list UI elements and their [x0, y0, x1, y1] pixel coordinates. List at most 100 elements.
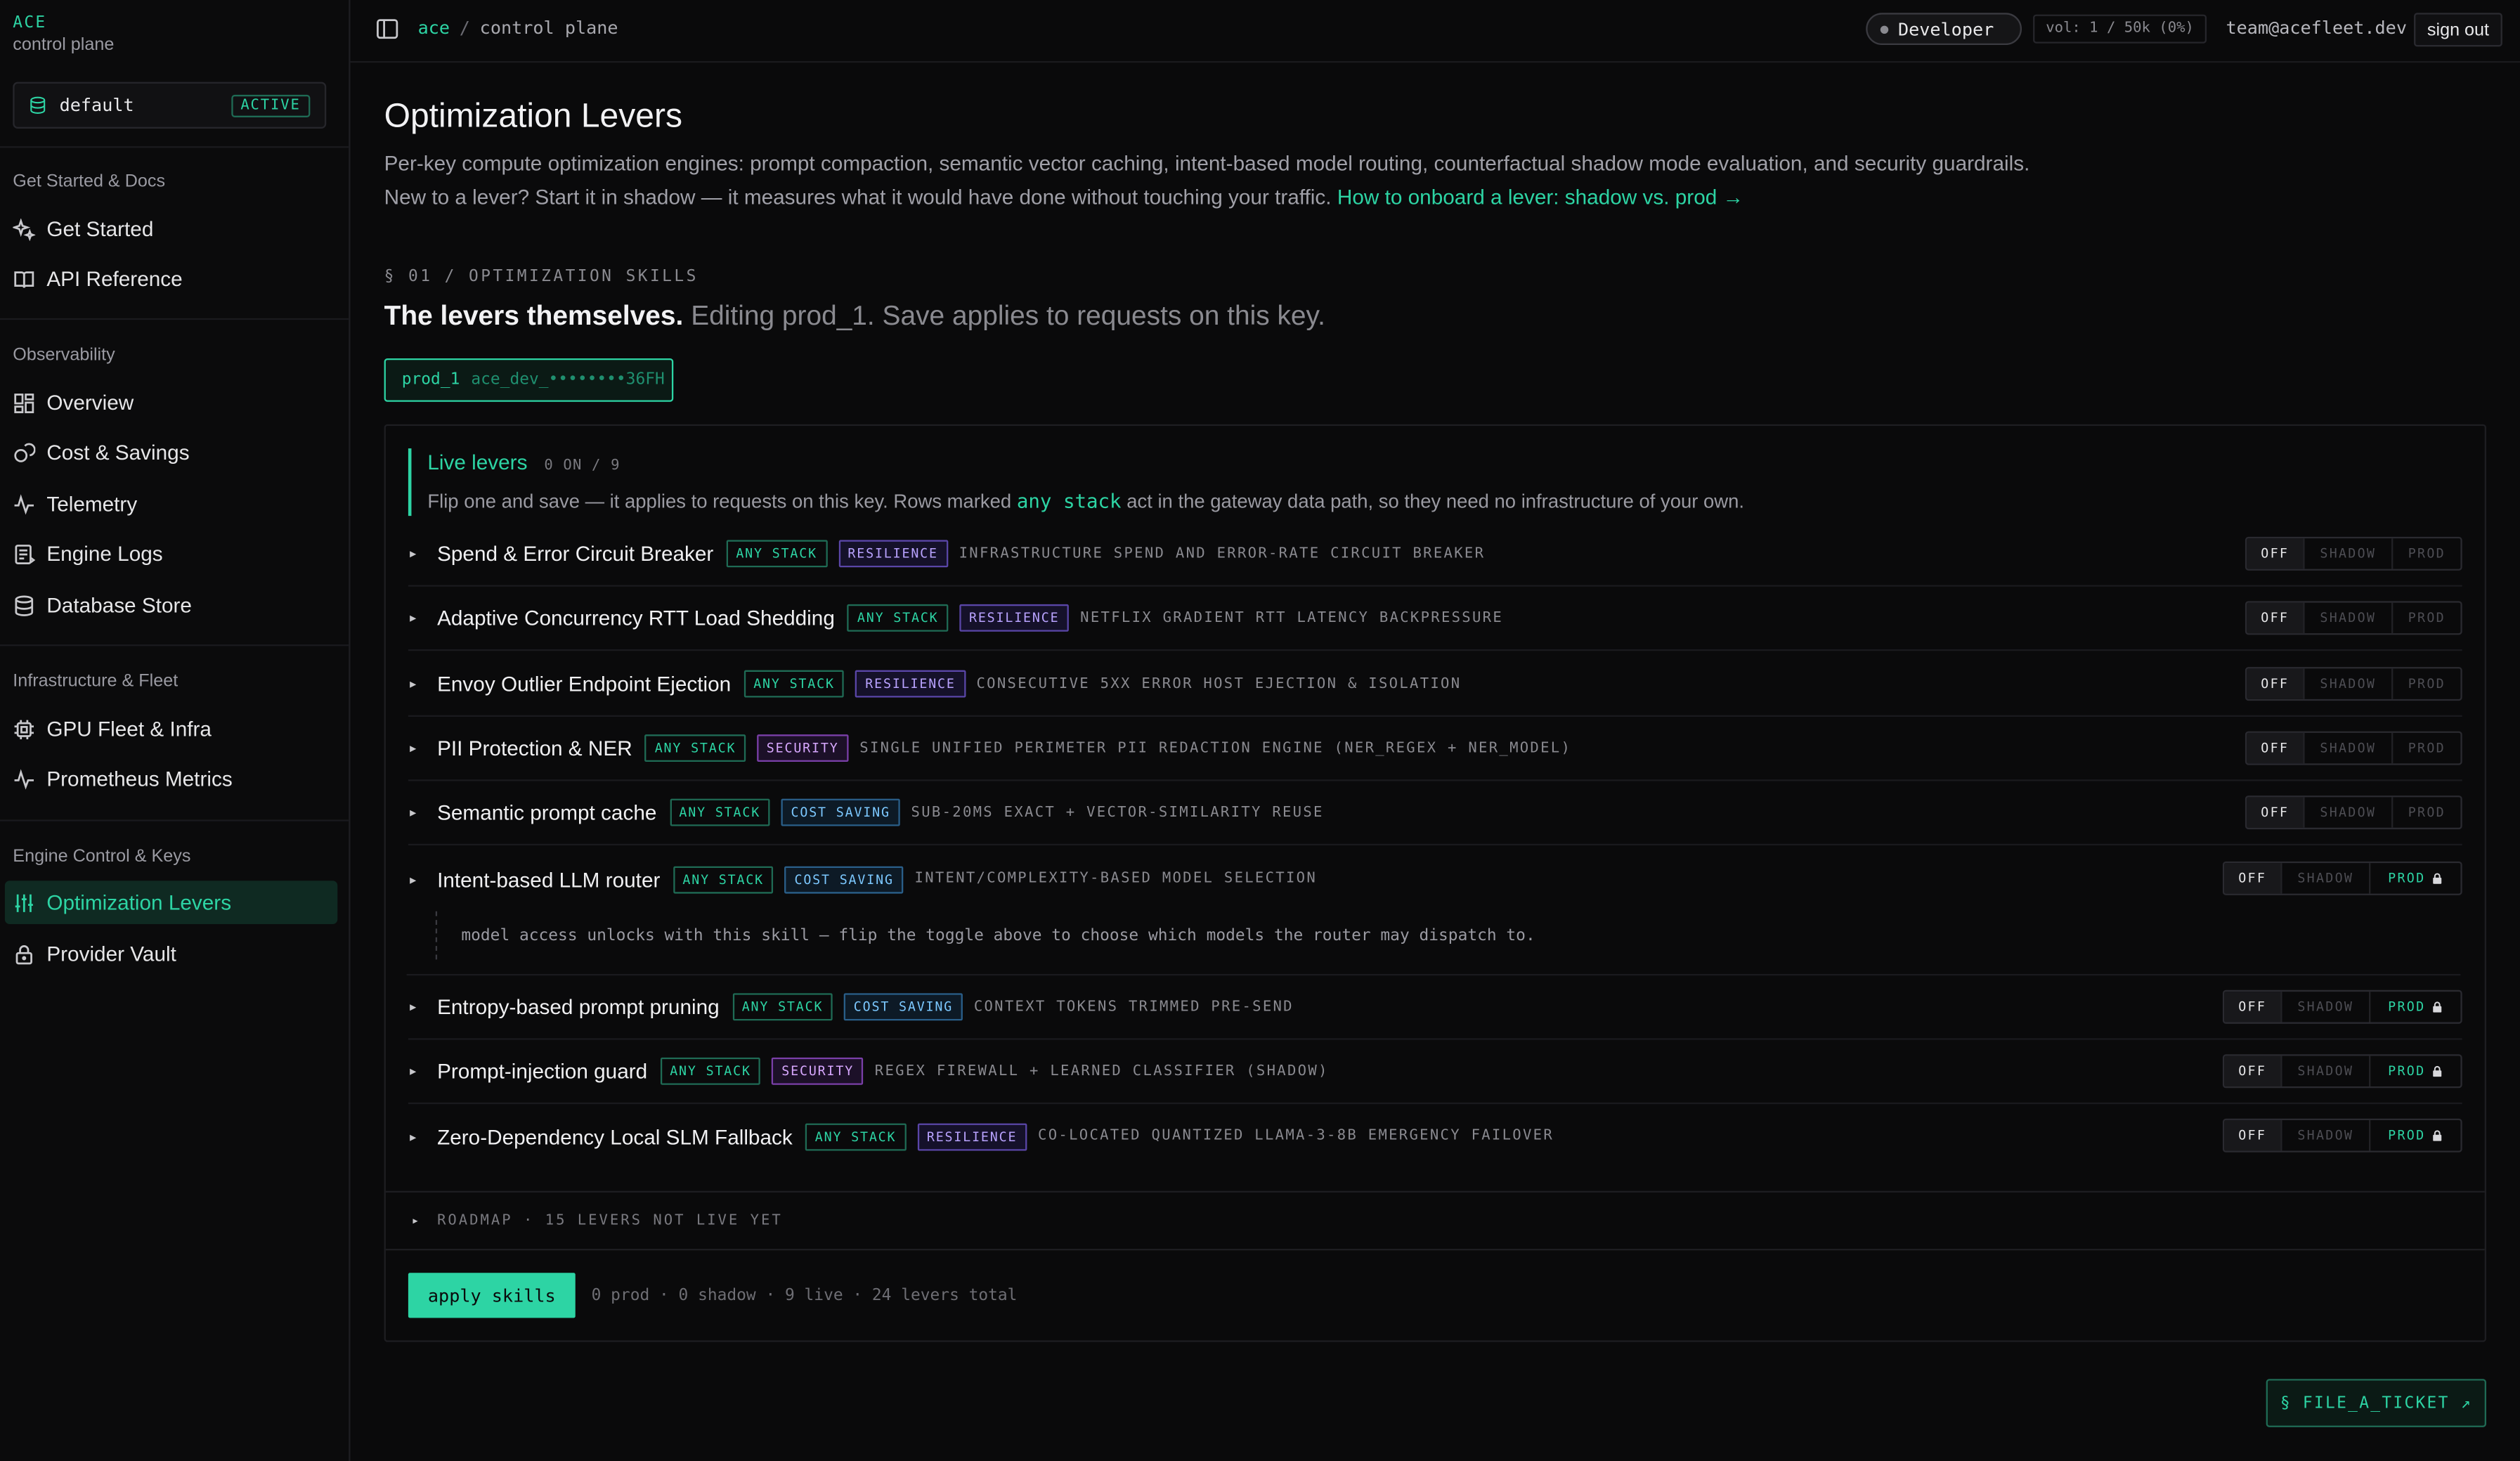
mode-prod-option[interactable]: PROD [2393, 733, 2460, 763]
mode-shadow-option[interactable]: SHADOW [2305, 602, 2394, 634]
lever-row-adaptive-concurrency-rtt-load-shedding[interactable]: ▸ Adaptive Concurrency RTT Load Shedding… [408, 587, 2462, 651]
lever-mode-toggle: OFF SHADOW PROD [2222, 1054, 2462, 1089]
mode-off-option[interactable]: OFF [2247, 538, 2305, 569]
mode-off-option[interactable]: OFF [2247, 732, 2305, 764]
lever-row-envoy-outlier-endpoint-ejection[interactable]: ▸ Envoy Outlier Endpoint Ejection ANY ST… [408, 653, 2462, 717]
caret-right-icon[interactable]: ▸ [408, 805, 437, 820]
sidebar-item-label: Telemetry [46, 491, 138, 517]
mode-prod-label: PROD [2388, 999, 2426, 1015]
page-description: Per-key compute optimization engines: pr… [384, 150, 2030, 176]
sidebar-item-api-reference[interactable]: API Reference [5, 257, 337, 301]
mode-prod-option[interactable]: PROD [2393, 538, 2460, 569]
lever-mode-toggle: OFF SHADOW PROD [2245, 536, 2462, 571]
sidebar-item-label: Get Started [46, 216, 154, 242]
lever-row-spend-error-circuit-breaker[interactable]: ▸ Spend & Error Circuit Breaker ANY STAC… [408, 522, 2462, 587]
category-tag: COST SAVING [781, 798, 900, 826]
mode-prod-option[interactable]: PROD [2393, 668, 2460, 699]
mode-prod-option[interactable]: PROD [2370, 992, 2460, 1022]
caret-right-icon[interactable]: ▸ [408, 547, 437, 561]
file-ticket-button[interactable]: § FILE_A_TICKET ↗ [2266, 1379, 2486, 1427]
mode-off-option[interactable]: OFF [2224, 992, 2282, 1022]
caret-right-icon[interactable]: ▸ [408, 872, 437, 887]
mode-prod-option[interactable]: PROD [2393, 797, 2460, 827]
sidebar-item-database-store[interactable]: Database Store [5, 583, 337, 627]
lock-icon [2432, 1001, 2443, 1013]
apply-skills-button[interactable]: apply skills [408, 1273, 576, 1318]
mode-off-option[interactable]: OFF [2224, 1120, 2282, 1151]
sign-out-button[interactable]: sign out [2414, 13, 2502, 47]
mode-off-option[interactable]: OFF [2247, 797, 2305, 828]
sidebar-item-overview[interactable]: Overview [5, 381, 337, 424]
lever-row-prompt-injection-guard[interactable]: ▸ Prompt-injection guard ANY STACK SECUR… [408, 1040, 2462, 1105]
lever-mode-toggle: OFF SHADOW PROD [2222, 989, 2462, 1024]
stack-tag: ANY STACK [847, 604, 949, 632]
stack-tag: ANY STACK [673, 865, 774, 893]
category-tag: RESILIENCE [959, 604, 1070, 632]
section-heading-bold: The levers themselves. [384, 300, 684, 332]
lever-row-zero-dependency-local-slm-fallback[interactable]: ▸ Zero-Dependency Local SLM Fallback ANY… [408, 1104, 2462, 1168]
category-tag: COST SAVING [844, 993, 963, 1021]
mode-shadow-option[interactable]: SHADOW [2282, 863, 2371, 894]
volume-meter: vol: 1 / 50k (0%) [2033, 14, 2207, 44]
sidebar-item-get-started[interactable]: Get Started [5, 207, 337, 251]
mode-shadow-option[interactable]: SHADOW [2305, 668, 2394, 699]
sidebar-item-cost-savings[interactable]: Cost & Savings [5, 431, 337, 474]
caret-right-icon[interactable]: ▸ [408, 741, 437, 755]
mode-off-option[interactable]: OFF [2247, 602, 2305, 634]
sidebar-item-label: Cost & Savings [46, 440, 190, 465]
breadcrumb-current: control plane [479, 18, 618, 39]
breadcrumb-root[interactable]: ace [418, 18, 450, 39]
chip-icon [13, 717, 35, 740]
onboarding-text: New to a lever? Start it in shadow — it … [384, 185, 1332, 209]
caret-right-icon[interactable]: ▸ [408, 677, 437, 691]
lever-mode-toggle: OFF SHADOW PROD [2245, 731, 2462, 765]
sidebar-divider [0, 644, 349, 647]
sidebar-toggle-icon[interactable] [376, 18, 398, 40]
category-tag: RESILIENCE [855, 670, 966, 698]
sidebar-section-title: Engine Control & Keys [13, 847, 191, 866]
sidebar-item-provider-vault[interactable]: Provider Vault [5, 932, 337, 975]
sidebar-item-prometheus-metrics[interactable]: Prometheus Metrics [5, 757, 337, 800]
mode-shadow-option[interactable]: SHADOW [2305, 797, 2394, 828]
mode-prod-option[interactable]: PROD [2370, 863, 2460, 893]
roadmap-toggle[interactable]: ▸ ROADMAP · 15 LEVERS NOT LIVE YET [385, 1190, 2485, 1251]
caret-right-icon[interactable]: ▸ [408, 1000, 437, 1015]
mode-prod-option[interactable]: PROD [2393, 603, 2460, 633]
levers-panel: Live levers 0 ON / 9 Flip one and save —… [384, 424, 2486, 1342]
mode-off-option[interactable]: OFF [2224, 863, 2282, 894]
caret-right-icon[interactable]: ▸ [408, 1064, 437, 1079]
lever-row-entropy-based-prompt-pruning[interactable]: ▸ Entropy-based prompt pruning ANY STACK… [408, 975, 2462, 1040]
lever-description: CO-LOCATED QUANTIZED LLAMA-3-8B EMERGENC… [1038, 1128, 1554, 1145]
mode-shadow-option[interactable]: SHADOW [2305, 538, 2394, 569]
lever-row-semantic-prompt-cache[interactable]: ▸ Semantic prompt cache ANY STACK COST S… [408, 781, 2462, 845]
caret-right-icon[interactable]: ▸ [408, 1129, 437, 1144]
sidebar-item-optimization-levers[interactable]: Optimization Levers [4, 881, 338, 925]
mode-shadow-option[interactable]: SHADOW [2282, 1056, 2371, 1087]
plan-badge[interactable]: Developer [1866, 13, 2022, 46]
workspace-selector[interactable]: default ACTIVE [13, 82, 327, 129]
brand-subtitle: control plane [13, 35, 115, 55]
category-tag: COST SAVING [784, 865, 904, 893]
logs-icon [13, 543, 36, 565]
mode-shadow-label: SHADOW [2320, 676, 2377, 691]
sidebar-item-label: API Reference [46, 266, 183, 291]
live-desc-highlight: any stack [1016, 490, 1122, 513]
mode-shadow-option[interactable]: SHADOW [2305, 732, 2394, 764]
mode-prod-option[interactable]: PROD [2370, 1056, 2460, 1086]
mode-shadow-option[interactable]: SHADOW [2282, 992, 2371, 1022]
lever-row-intent-based-llm-router[interactable]: ▸ Intent-based LLM router ANY STACK COST… [408, 847, 2462, 911]
api-key-chip[interactable]: prod_1 ace_dev_••••••••36FH [384, 358, 674, 402]
mode-prod-option[interactable]: PROD [2370, 1120, 2460, 1150]
mode-shadow-option[interactable]: SHADOW [2282, 1120, 2371, 1151]
lever-description: CONSECUTIVE 5XX ERROR HOST EJECTION & IS… [976, 675, 1462, 692]
sidebar-item-engine-logs[interactable]: Engine Logs [5, 532, 337, 576]
sidebar-item-label: Provider Vault [46, 942, 176, 966]
sidebar-item-telemetry[interactable]: Telemetry [5, 482, 337, 526]
onboarding-link[interactable]: How to onboard a lever: shadow vs. prod … [1337, 185, 1743, 209]
lever-row-pii-protection-ner[interactable]: ▸ PII Protection & NER ANY STACK SECURIT… [408, 717, 2462, 781]
pulse-icon [13, 767, 35, 790]
caret-right-icon[interactable]: ▸ [408, 611, 437, 625]
mode-off-option[interactable]: OFF [2224, 1056, 2282, 1087]
sidebar-item-gpu-fleet-infra[interactable]: GPU Fleet & Infra [5, 707, 337, 751]
mode-off-option[interactable]: OFF [2247, 668, 2305, 699]
